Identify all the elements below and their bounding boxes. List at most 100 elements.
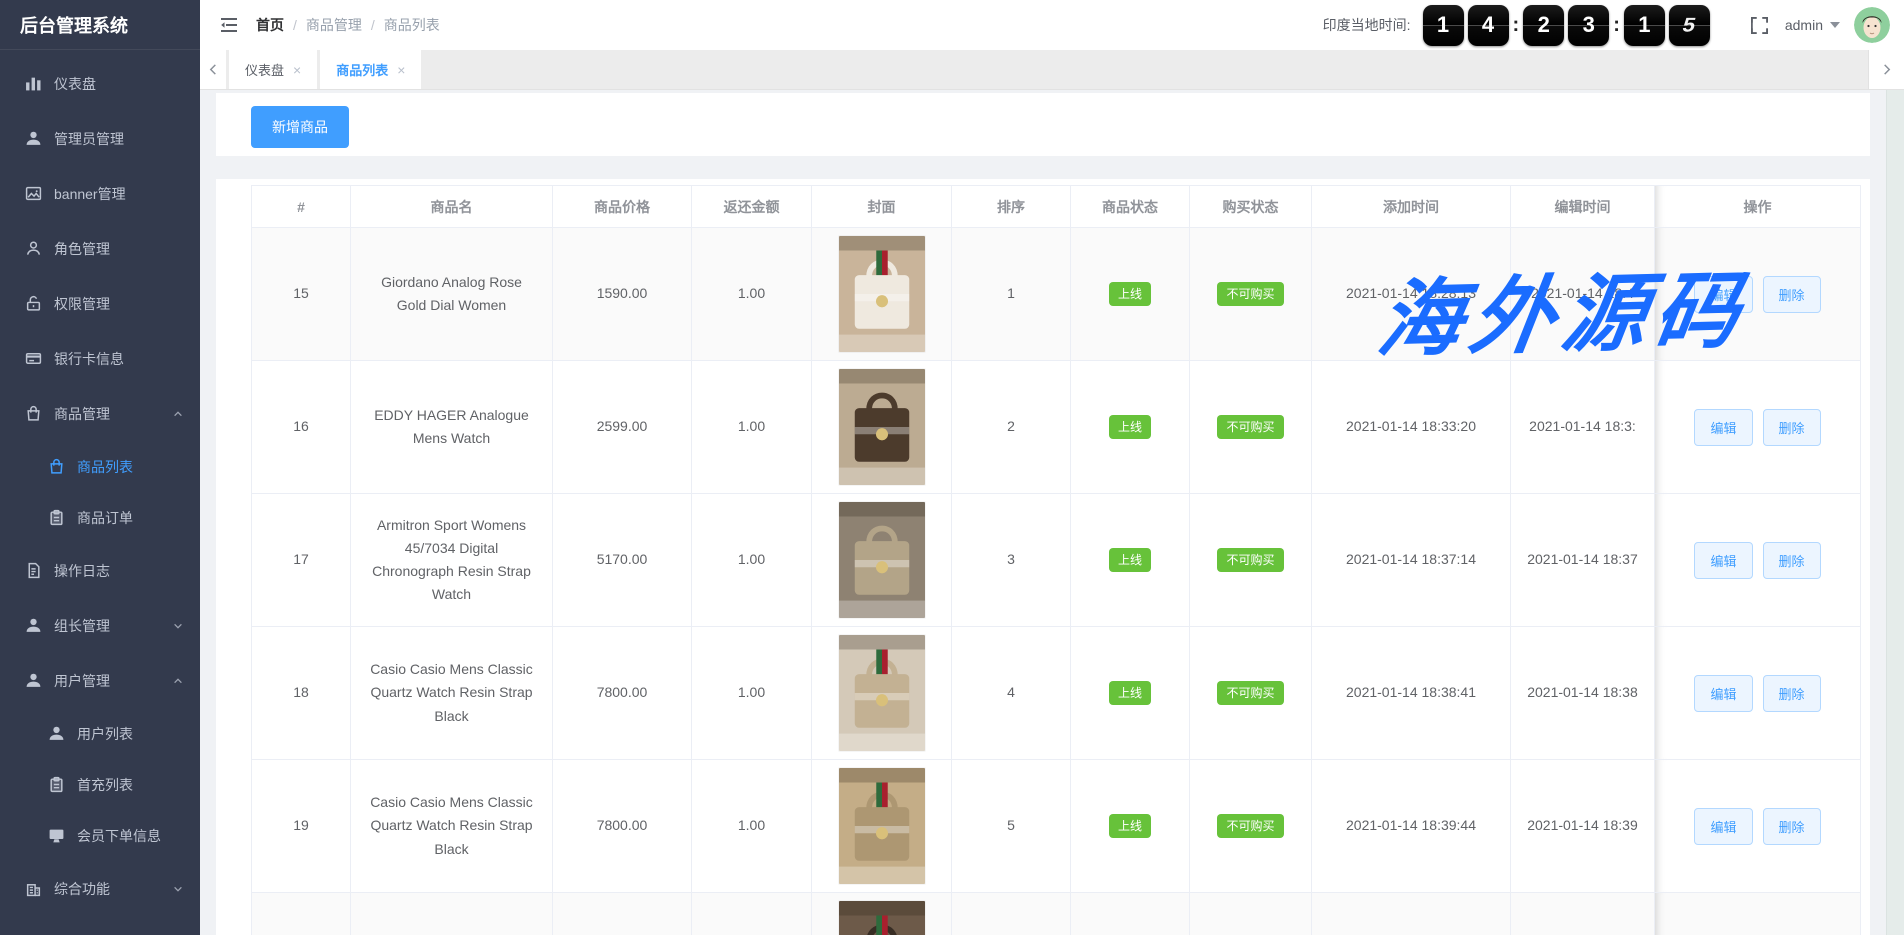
add-product-button[interactable]: 新增商品 <box>251 106 349 148</box>
edit-button[interactable]: 编辑 <box>1694 675 1752 712</box>
table-row: 19Casio Casio Mens Classic Quartz Watch … <box>252 760 1861 893</box>
delete-button[interactable]: 删除 <box>1763 542 1821 579</box>
clock-digit: 1 <box>1624 5 1665 46</box>
avatar[interactable] <box>1854 7 1890 43</box>
sidebar-item[interactable]: 银行卡信息 <box>0 331 200 386</box>
sidebar-item[interactable]: 权限管理 <box>0 276 200 331</box>
cell-status: 上线 <box>1071 228 1190 361</box>
cell-refund <box>692 893 812 935</box>
cell-edited-time: 2021-01-14 18:39 <box>1511 760 1655 893</box>
edit-button[interactable]: 编辑 <box>1694 409 1752 446</box>
column-header: # <box>252 186 351 228</box>
monitor-icon <box>48 827 66 844</box>
edit-button[interactable]: 编辑 <box>1694 808 1752 845</box>
sidebar-item[interactable]: 会员下单信息 <box>0 810 200 861</box>
status-badge: 不可购买 <box>1217 548 1283 572</box>
sidebar-item-label: 商品列表 <box>77 457 133 477</box>
page-scrollbar[interactable] <box>1886 90 1904 935</box>
delete-button[interactable]: 删除 <box>1763 808 1821 845</box>
close-icon[interactable]: × <box>293 62 301 78</box>
clipboard-icon <box>48 776 66 793</box>
cell-product-name: Casio Casio Mens Classic Quartz Watch Re… <box>351 760 553 893</box>
product-cover-image <box>839 502 925 618</box>
breadcrumb-home[interactable]: 首页 <box>256 15 284 35</box>
cell-id: 15 <box>252 228 351 361</box>
cell-sort: 2 <box>952 361 1071 494</box>
cell-sort: 3 <box>952 494 1071 627</box>
product-table: #商品名商品价格返还金额封面排序商品状态购买状态添加时间编辑时间操作 15Gio… <box>251 185 1861 935</box>
edit-button[interactable]: 编辑 <box>1694 276 1752 313</box>
clock-colon: : <box>1513 14 1520 37</box>
main-area: 首页 / 商品管理 / 商品列表 印度当地时间: 14:23:15 admin <box>200 0 1904 935</box>
cell-product-name: Armitron Sport Womens 45/7034 Digital Ch… <box>351 494 553 627</box>
cell-refund: 1.00 <box>692 760 812 893</box>
cell-id: 16 <box>252 361 351 494</box>
app-root: 后台管理系统 仪表盘管理员管理banner管理角色管理权限管理银行卡信息商品管理… <box>0 0 1904 935</box>
sidebar-item-label: 商品管理 <box>54 404 110 424</box>
table-row: Casio Casio Mens Classic Q <box>252 893 1861 935</box>
hamburger-icon[interactable] <box>220 17 238 33</box>
product-cover-image <box>839 635 925 751</box>
admin-user-icon <box>25 130 43 147</box>
user-icon <box>48 725 66 742</box>
sidebar-item-label: 用户管理 <box>54 671 110 691</box>
sidebar-item[interactable]: 用户管理 <box>0 653 200 708</box>
document-icon <box>25 562 43 579</box>
sidebar-item[interactable]: 商品管理 <box>0 386 200 441</box>
user-menu[interactable]: admin <box>1785 17 1840 33</box>
tabbar-tabs: 仪表盘×商品列表× <box>229 50 424 89</box>
table-row: 16EDDY HAGER Analogue Mens Watch2599.001… <box>252 361 1861 494</box>
cell-sort: 1 <box>952 228 1071 361</box>
sidebar-item[interactable]: 商品列表 <box>0 441 200 492</box>
cell-actions: 编辑删除 <box>1655 361 1861 494</box>
cell-added-time: 2021-01-14 18:38:41 <box>1312 627 1511 760</box>
clock-colon: : <box>1613 14 1620 37</box>
sidebar-item[interactable]: 角色管理 <box>0 221 200 276</box>
cell-status: 上线 <box>1071 494 1190 627</box>
sidebar-item[interactable]: 仪表盘 <box>0 56 200 111</box>
sidebar-item[interactable]: 组长管理 <box>0 598 200 653</box>
sidebar-item[interactable]: 操作日志 <box>0 543 200 598</box>
sidebar-item-label: 综合功能 <box>54 879 110 899</box>
close-icon[interactable]: × <box>397 62 405 78</box>
delete-button[interactable]: 删除 <box>1763 409 1821 446</box>
cell-added-time: 2021-01-14 18:28:13 <box>1312 228 1511 361</box>
sidebar-item[interactable]: 综合功能 <box>0 861 200 916</box>
breadcrumb-product-mgmt[interactable]: 商品管理 <box>306 15 362 35</box>
chevron-down-icon <box>1830 22 1840 28</box>
cell-buy-status: 不可购买 <box>1190 627 1312 760</box>
cell-status: 上线 <box>1071 760 1190 893</box>
column-header: 返还金额 <box>692 186 812 228</box>
sidebar-item[interactable]: banner管理 <box>0 166 200 221</box>
product-cover-image <box>839 768 925 884</box>
sidebar-item[interactable]: 首充列表 <box>0 759 200 810</box>
sidebar-item[interactable]: 商品订单 <box>0 492 200 543</box>
clock-digit: 2 <box>1523 5 1564 46</box>
tab[interactable]: 商品列表× <box>320 50 421 89</box>
cell-actions: 编辑删除 <box>1655 494 1861 627</box>
edit-button[interactable]: 编辑 <box>1694 542 1752 579</box>
cell-price <box>553 893 692 935</box>
building-icon <box>25 880 43 897</box>
fullscreen-icon[interactable] <box>1750 16 1769 35</box>
sidebar-item[interactable]: 用户列表 <box>0 708 200 759</box>
status-badge: 上线 <box>1109 548 1151 572</box>
breadcrumb-separator: / <box>293 17 297 33</box>
status-badge: 不可购买 <box>1217 681 1283 705</box>
user-icon <box>25 617 43 634</box>
clock-digit: 4 <box>1468 5 1509 46</box>
cell-status: 上线 <box>1071 627 1190 760</box>
chevron-right-icon[interactable] <box>1868 50 1904 89</box>
cell-cover <box>812 760 952 893</box>
cell-refund: 1.00 <box>692 494 812 627</box>
sidebar-item[interactable]: 管理员管理 <box>0 111 200 166</box>
column-header: 封面 <box>812 186 952 228</box>
sidebar-item-label: 首充列表 <box>77 775 133 795</box>
sidebar-item-label: 商品订单 <box>77 508 133 528</box>
delete-button[interactable]: 删除 <box>1763 675 1821 712</box>
delete-button[interactable]: 删除 <box>1763 276 1821 313</box>
sidebar-item-label: 组长管理 <box>54 616 110 636</box>
product-cover-image <box>839 901 925 935</box>
tab[interactable]: 仪表盘× <box>229 50 317 89</box>
chevron-left-icon[interactable] <box>200 50 226 89</box>
